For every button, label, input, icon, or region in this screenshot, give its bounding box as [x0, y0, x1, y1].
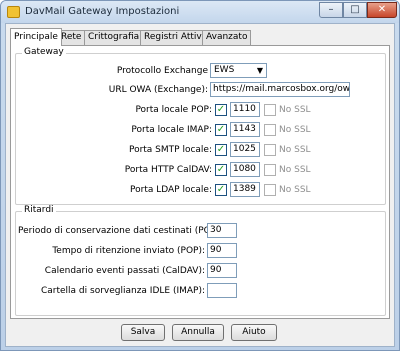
- davmail-app-icon: [7, 6, 20, 18]
- protocol-label: Protocollo Exchange: [116, 66, 208, 76]
- sent-retention-label: Tempo di ritenzione inviato (POP):: [52, 246, 205, 256]
- cancel-button[interactable]: Annulla: [172, 324, 224, 341]
- port-pop-input[interactable]: 1110: [230, 102, 260, 117]
- port-smtp-label: Porta SMTP locale:: [128, 145, 212, 155]
- port-smtp-nossl-checkbox[interactable]: [264, 144, 276, 156]
- port-ldap-nossl-checkbox[interactable]: [264, 184, 276, 196]
- port-ldap-nossl-label: No SSL: [279, 185, 311, 195]
- port-imap-nossl-checkbox[interactable]: [264, 124, 276, 136]
- sent-retention-input[interactable]: 90: [207, 243, 237, 258]
- port-caldav-nossl-label: No SSL: [279, 165, 311, 175]
- settings-window: DavMail Gateway Impostazioni – □ ✕ Princ…: [0, 0, 400, 351]
- past-events-input[interactable]: 90: [207, 263, 237, 278]
- idle-folders-input[interactable]: [207, 283, 237, 298]
- port-caldav-nossl-checkbox[interactable]: [264, 164, 276, 176]
- minimize-button[interactable]: –: [319, 2, 343, 18]
- port-smtp-enable-checkbox[interactable]: ✓: [215, 144, 227, 156]
- trash-retention-label: Periodo di conservazione dati cestinati …: [18, 226, 223, 236]
- delays-group: Ritardi Periodo di conservazione dati ce…: [15, 205, 386, 316]
- port-imap-enable-checkbox[interactable]: ✓: [215, 124, 227, 136]
- protocol-select[interactable]: EWS ▼: [210, 63, 267, 78]
- port-imap-label: Porta locale IMAP:: [131, 125, 212, 135]
- port-pop-enable-checkbox[interactable]: ✓: [215, 104, 227, 116]
- maximize-button[interactable]: □: [343, 2, 367, 18]
- gateway-group: Gateway Protocollo Exchange EWS ▼ URL OW…: [15, 47, 386, 205]
- port-caldav-enable-checkbox[interactable]: ✓: [215, 164, 227, 176]
- close-button[interactable]: ✕: [367, 2, 397, 18]
- tab-panel-principale: Gateway Protocollo Exchange EWS ▼ URL OW…: [10, 45, 390, 319]
- port-ldap-label: Porta LDAP locale:: [130, 185, 212, 195]
- dialog-body: Principale Rete Crittografia Registri At…: [5, 23, 395, 347]
- owa-url-input[interactable]: https://mail.marcosbox.org/owa/: [210, 82, 350, 97]
- tab-principale[interactable]: Principale: [10, 28, 62, 46]
- window-title: DavMail Gateway Impostazioni: [25, 6, 180, 17]
- port-pop-nossl-label: No SSL: [279, 105, 311, 115]
- port-imap-input[interactable]: 1143: [230, 122, 260, 137]
- port-ldap-input[interactable]: 1389: [230, 182, 260, 197]
- trash-retention-input[interactable]: 30: [207, 223, 237, 238]
- port-caldav-label: Porta HTTP CalDAV:: [124, 165, 212, 175]
- owa-url-label: URL OWA (Exchange):: [108, 85, 208, 95]
- port-smtp-input[interactable]: 1025: [230, 142, 260, 157]
- dropdown-arrow-icon: ▼: [256, 66, 263, 75]
- port-smtp-nossl-label: No SSL: [279, 145, 311, 155]
- title-bar: DavMail Gateway Impostazioni – □ ✕: [1, 1, 399, 23]
- help-button[interactable]: Aiuto: [231, 324, 277, 341]
- idle-folders-label: Cartella di sorveglianza IDLE (IMAP):: [40, 286, 205, 296]
- delays-group-title: Ritardi: [22, 205, 56, 215]
- save-button[interactable]: Salva: [121, 324, 165, 341]
- port-imap-nossl-label: No SSL: [279, 125, 311, 135]
- tab-crittografia[interactable]: Crittografia: [84, 30, 144, 45]
- gateway-group-title: Gateway: [22, 47, 66, 57]
- protocol-selected-value: EWS: [214, 65, 235, 75]
- port-pop-label: Porta locale POP:: [135, 105, 212, 115]
- port-pop-nossl-checkbox[interactable]: [264, 104, 276, 116]
- tab-avanzato[interactable]: Avanzato: [202, 30, 252, 45]
- port-ldap-enable-checkbox[interactable]: ✓: [215, 184, 227, 196]
- port-caldav-input[interactable]: 1080: [230, 162, 260, 177]
- past-events-label: Calendario eventi passati (CalDAV):: [44, 266, 205, 276]
